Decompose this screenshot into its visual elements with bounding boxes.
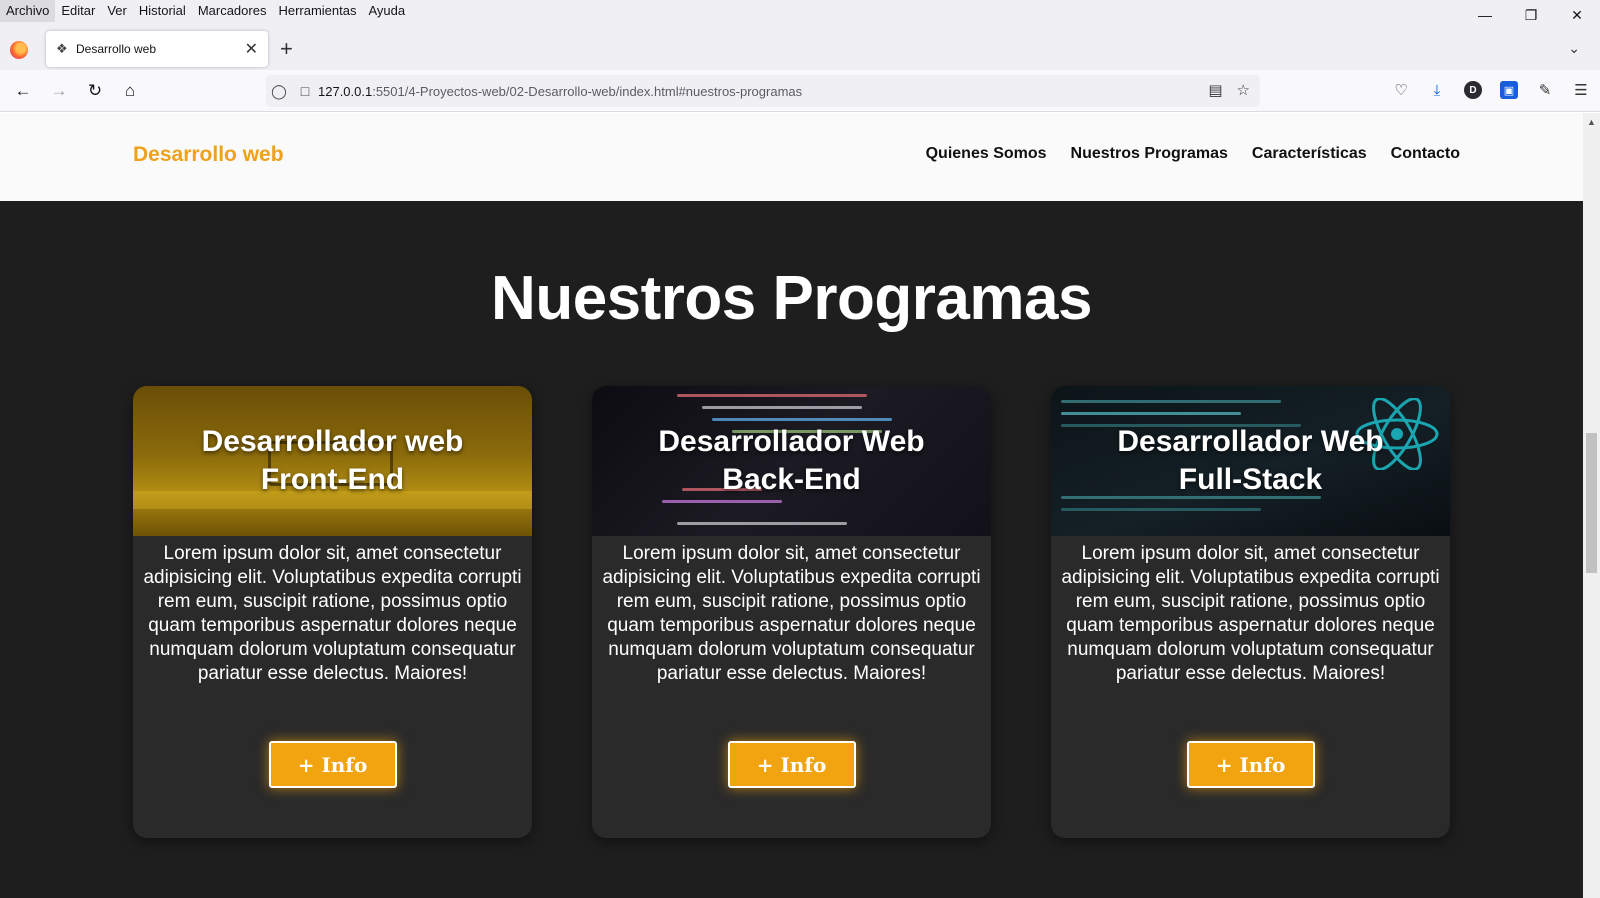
card-title: Desarrollador web Front-End [202, 423, 464, 499]
account-icon[interactable]: D [1464, 81, 1482, 99]
section-title: Nuestros Programas [491, 264, 1092, 333]
home-icon[interactable]: ⌂ [118, 79, 142, 103]
bookmark-star-icon[interactable]: ☆ [1237, 81, 1250, 99]
close-tab-icon[interactable]: ✕ [245, 39, 258, 59]
info-button[interactable]: + Info [727, 741, 856, 788]
info-button[interactable]: + Info [1186, 741, 1315, 788]
url-path: :5501/4-Proyectos-web/02-Desarrollo-web/… [372, 83, 803, 99]
bitwarden-icon[interactable]: ▣ [1500, 81, 1518, 99]
reader-view-icon[interactable]: ▤ [1208, 81, 1222, 99]
program-card-back-end: Desarrollador Web Back-End Lorem ipsum d… [592, 386, 991, 838]
chevron-down-icon[interactable]: ⌄ [1568, 40, 1580, 57]
nav-nuestros-programas[interactable]: Nuestros Programas [1071, 145, 1228, 163]
tab-title: Desarrollo web [76, 42, 157, 56]
download-icon[interactable]: ⤓ [1426, 79, 1448, 101]
nav-contacto[interactable]: Contacto [1391, 145, 1460, 163]
pocket-icon[interactable]: ♡ [1390, 79, 1412, 101]
tab-bar: ❖ Desarrollo web ✕ + ⌄ [0, 22, 1600, 70]
menu-marcadores[interactable]: Marcadores [192, 0, 273, 22]
site-logo[interactable]: Desarrollo web [133, 143, 284, 167]
card-description: Lorem ipsum dolor sit, amet consectetur … [1061, 543, 1440, 684]
card-hero-image: Desarrollador web Front-End [133, 386, 532, 536]
nav-toolbar: ← → ↻ ⌂ ◯ □ 127.0.0.1:5501/4-Proyectos-w… [0, 70, 1600, 112]
card-hero-image: Desarrollador Web Back-End [592, 386, 991, 536]
site-nav: Quienes Somos Nuestros Programas Caracte… [926, 145, 1460, 163]
card-description: Lorem ipsum dolor sit, amet consectetur … [602, 543, 981, 684]
back-icon[interactable]: ← [11, 79, 35, 103]
forward-icon[interactable]: → [47, 79, 71, 103]
menu-archivo[interactable]: Archivo [0, 0, 56, 22]
extensions-icon[interactable]: ✎ [1534, 79, 1556, 101]
scrollbar-thumb[interactable] [1586, 433, 1597, 573]
page-icon[interactable]: □ [292, 83, 318, 99]
globe-icon: ❖ [56, 41, 68, 56]
card-hero-image: Desarrollador Web Full-Stack [1051, 386, 1450, 536]
card-title-line1: Desarrollador web [201, 425, 464, 458]
site-header: Desarrollo web Quienes Somos Nuestros Pr… [0, 113, 1583, 201]
menu-ayuda[interactable]: Ayuda [362, 0, 411, 22]
menu-historial[interactable]: Historial [133, 0, 192, 22]
page-scrollbar[interactable]: ▲ [1583, 113, 1600, 898]
url-bar[interactable]: ◯ □ 127.0.0.1:5501/4-Proyectos-web/02-De… [266, 75, 1260, 107]
hamburger-menu-icon[interactable]: ☰ [1570, 79, 1592, 101]
new-tab-icon[interactable]: + [280, 36, 293, 62]
tracking-shield-icon[interactable]: ◯ [266, 83, 292, 100]
card-title-line2: Full-Stack [1178, 463, 1323, 496]
program-card-full-stack: Desarrollador Web Full-Stack Lorem ipsum… [1051, 386, 1450, 838]
nav-caracteristicas[interactable]: Características [1252, 145, 1367, 163]
page-viewport: Desarrollo web Quienes Somos Nuestros Pr… [0, 113, 1583, 898]
nav-quienes-somos[interactable]: Quienes Somos [926, 145, 1047, 163]
card-title-line2: Back-End [722, 463, 861, 496]
card-title: Desarrollador Web Back-End [658, 423, 924, 499]
card-title-line1: Desarrollador Web [658, 425, 925, 458]
scroll-up-icon[interactable]: ▲ [1587, 117, 1596, 127]
card-title-line1: Desarrollador Web [1117, 425, 1384, 458]
menu-bar: Archivo Editar Ver Historial Marcadores … [0, 0, 1600, 22]
tab-desarrollo-web[interactable]: ❖ Desarrollo web ✕ [46, 31, 268, 67]
url-host: 127.0.0.1 [318, 83, 373, 99]
menu-ver[interactable]: Ver [101, 0, 133, 22]
firefox-icon[interactable] [10, 41, 28, 59]
card-title-line2: Front-End [260, 463, 405, 496]
menu-editar[interactable]: Editar [55, 0, 101, 22]
info-button[interactable]: + Info [268, 741, 397, 788]
card-description: Lorem ipsum dolor sit, amet consectetur … [143, 543, 522, 684]
reload-icon[interactable]: ↻ [83, 79, 107, 103]
card-title: Desarrollador Web Full-Stack [1117, 423, 1383, 499]
menu-herramientas[interactable]: Herramientas [272, 0, 362, 22]
program-card-front-end: Desarrollador web Front-End Lorem ipsum … [133, 386, 532, 838]
